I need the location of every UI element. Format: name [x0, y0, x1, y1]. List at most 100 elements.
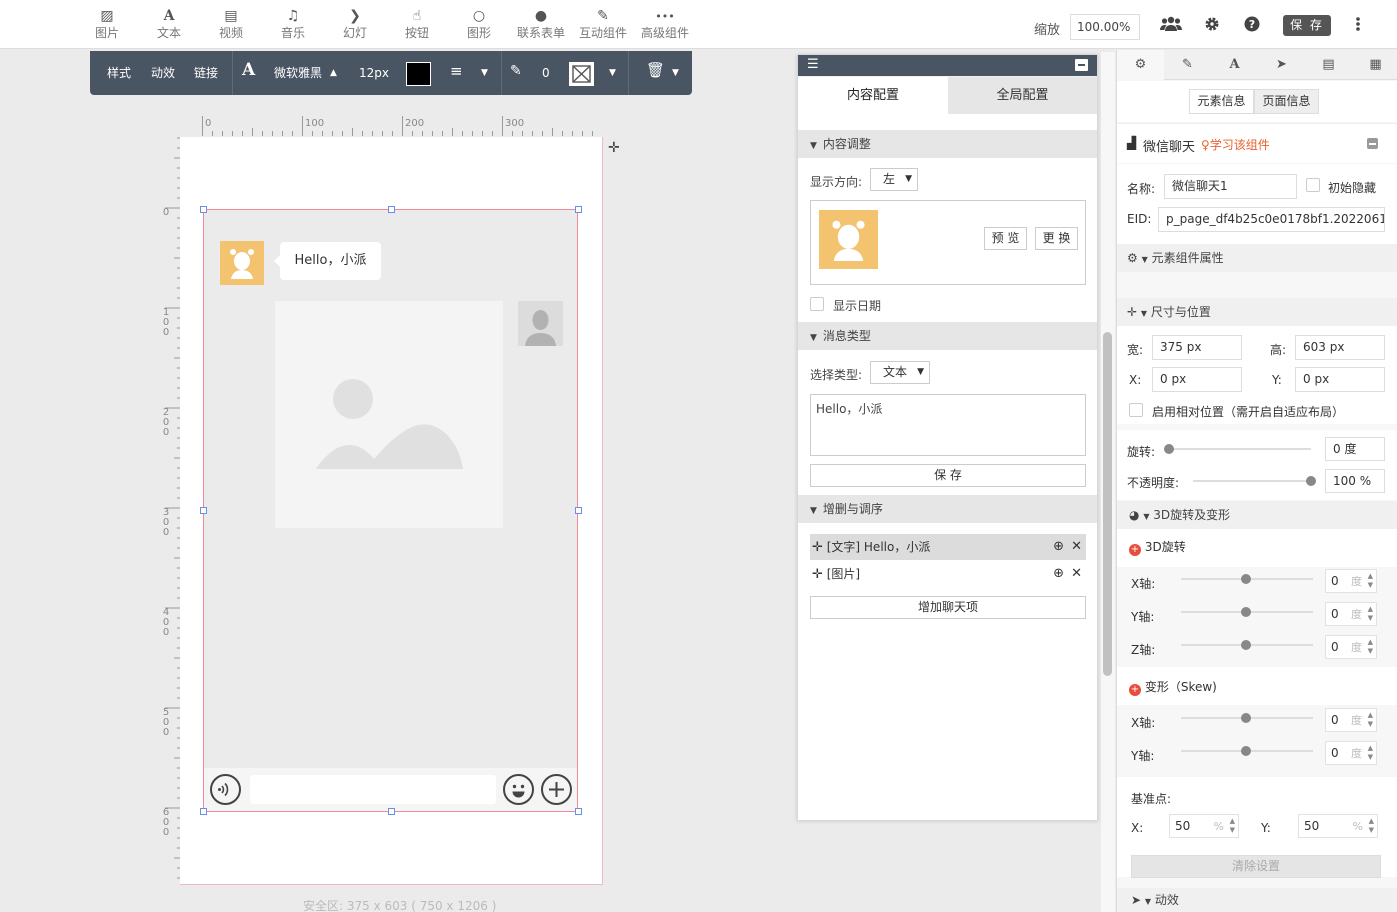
x-input[interactable]: 0 px — [1152, 367, 1242, 392]
resize-handle[interactable] — [575, 808, 582, 815]
rotate-z-knob[interactable] — [1241, 640, 1251, 650]
rotate-y-input[interactable]: 0 度 ▲ ▼ — [1325, 602, 1377, 626]
width-input[interactable]: 375 px — [1152, 335, 1242, 360]
help-icon[interactable]: ? — [1243, 16, 1261, 34]
message-textarea[interactable]: Hello，小派 — [810, 394, 1086, 456]
toolbar-text-button[interactable]: A 文本 — [138, 7, 200, 40]
chat-text-input[interactable] — [250, 775, 496, 804]
add-more-icon[interactable] — [541, 774, 572, 805]
style-menu[interactable]: 样式 — [107, 65, 131, 81]
border-dropdown-icon[interactable]: ▼ — [609, 65, 616, 81]
rotate-x-input[interactable]: 0 度 ▲ ▼ — [1325, 569, 1377, 593]
delete-x-icon[interactable]: ✕ — [1071, 534, 1082, 560]
toolbar-advanced-button[interactable]: ••• 高级组件 — [634, 7, 696, 40]
preview-button[interactable]: 预 览 — [984, 227, 1027, 250]
subtab-page-info[interactable]: 页面信息 — [1254, 89, 1319, 114]
chat-item-row[interactable]: ✛ [文字] Hello，小派 ⊕ ✕ — [810, 534, 1086, 560]
drag-handle-icon[interactable]: ✛ — [812, 567, 823, 582]
replace-button[interactable]: 更 换 — [1035, 227, 1078, 250]
resize-handle[interactable] — [200, 507, 207, 514]
rotate-input[interactable]: 0 度 — [1325, 437, 1385, 461]
resize-handle[interactable] — [388, 206, 395, 213]
settings-gear-icon[interactable] — [1203, 16, 1221, 34]
opacity-input[interactable]: 100 % — [1325, 469, 1385, 493]
animation-menu[interactable]: 动效 — [151, 65, 175, 81]
skew-y-input[interactable]: 0 度 ▲ ▼ — [1325, 741, 1377, 765]
subtab-element-info[interactable]: 元素信息 — [1189, 89, 1254, 114]
toolbar-interactive-button[interactable]: ✎ 互动组件 — [572, 7, 634, 40]
add-circle-icon[interactable]: ⊕ — [1053, 561, 1064, 587]
tab-grid[interactable]: ▦ — [1352, 50, 1397, 80]
font-family-select[interactable]: 微软雅黑 — [274, 65, 322, 81]
section-size-position[interactable]: ✛ ▼ 尺寸与位置 — [1117, 298, 1397, 326]
add-chat-item-button[interactable]: 增加聊天项 — [810, 596, 1086, 619]
resize-handle[interactable] — [575, 507, 582, 514]
learn-component-link[interactable]: ♀学习该组件 — [1201, 136, 1270, 153]
resize-handle[interactable] — [388, 808, 395, 815]
toolbar-form-button[interactable]: ● 联系表单 — [510, 7, 572, 40]
resize-handle[interactable] — [200, 808, 207, 815]
toolbar-video-button[interactable]: ▤ 视频 — [200, 7, 262, 40]
panel-menu-icon[interactable]: ☰ — [807, 57, 819, 72]
tab-style[interactable]: ✎ — [1164, 50, 1211, 80]
toolbar-music-button[interactable]: ♫ 音乐 — [262, 7, 324, 40]
font-style-icon[interactable]: A — [242, 62, 255, 79]
pencil-icon[interactable]: ✎ — [510, 63, 522, 79]
initial-hide-checkbox[interactable] — [1306, 178, 1320, 192]
tab-animation[interactable]: ➤ — [1258, 50, 1305, 80]
type-select[interactable]: 文本 ▼ — [870, 361, 930, 384]
image-message[interactable] — [275, 301, 503, 528]
origin-x-input[interactable]: 50% ▲ ▼ — [1169, 814, 1239, 838]
rotate-slider-knob[interactable] — [1164, 444, 1174, 454]
save-message-button[interactable]: 保 存 — [810, 464, 1086, 487]
minimize-icon[interactable] — [1075, 59, 1088, 71]
height-input[interactable]: 603 px — [1295, 335, 1385, 360]
more-menu-icon[interactable] — [1349, 16, 1367, 34]
border-color-swatch[interactable] — [569, 62, 594, 86]
toolbar-button-button[interactable]: ☝ 按钮 — [386, 7, 448, 40]
font-size-select[interactable]: 12px — [359, 65, 389, 81]
trash-icon[interactable]: 🗑 — [646, 62, 665, 78]
chat-item-row[interactable]: ✛ [图片] ⊕ ✕ — [810, 561, 1086, 587]
rotate-y-knob[interactable] — [1241, 607, 1251, 617]
delete-dropdown-icon[interactable]: ▼ — [672, 65, 679, 81]
users-icon[interactable] — [1160, 16, 1182, 34]
clear-settings-button[interactable]: 清除设置 — [1131, 855, 1381, 878]
link-menu[interactable]: 链接 — [194, 65, 218, 81]
font-color-swatch[interactable] — [406, 62, 431, 86]
section-animation[interactable]: ➤ ▼ 动效 — [1117, 888, 1397, 912]
eid-input[interactable]: p_page_df4b25c0e0178bf1.2022061712 — [1158, 207, 1385, 232]
emoji-icon[interactable] — [503, 774, 534, 805]
align-icon[interactable]: ≡ — [450, 63, 463, 79]
wechat-chat-component[interactable]: Hello，小派 — [203, 209, 578, 812]
toolbar-shape-button[interactable]: ○ 图形 — [448, 7, 510, 40]
opacity-slider[interactable] — [1193, 480, 1311, 482]
skew-x-knob[interactable] — [1241, 713, 1251, 723]
zoom-input[interactable]: 100.00% — [1070, 14, 1140, 40]
y-input[interactable]: 0 px — [1295, 367, 1385, 392]
skew-y-knob[interactable] — [1241, 746, 1251, 756]
rotate-slider[interactable] — [1169, 448, 1311, 450]
tab-settings[interactable]: ⚙ — [1117, 50, 1164, 80]
name-input[interactable]: 微信聊天1 — [1164, 174, 1297, 199]
align-dropdown-icon[interactable]: ▼ — [481, 65, 488, 81]
section-component-props[interactable]: ⚙ ▼ 元素组件属性 — [1117, 244, 1397, 272]
toolbar-image-button[interactable]: ▨ 图片 — [76, 7, 138, 40]
show-date-checkbox[interactable] — [810, 297, 824, 311]
skew-x-input[interactable]: 0 度 ▲ ▼ — [1325, 708, 1377, 732]
section-3d-transform[interactable]: ◕ ▼ 3D旋转及变形 — [1117, 501, 1397, 529]
section-message-type[interactable]: ▼ 消息类型 — [798, 322, 1097, 350]
origin-y-input[interactable]: 50% ▲ ▼ — [1298, 814, 1378, 838]
border-width-value[interactable]: 0 — [542, 65, 550, 81]
tab-page[interactable]: ▤ — [1305, 50, 1352, 80]
drag-handle-icon[interactable]: ✛ — [812, 540, 823, 555]
collapse-panel-icon[interactable] — [1367, 138, 1378, 149]
section-content-adjust[interactable]: ▼ 内容调整 — [798, 130, 1097, 158]
opacity-slider-knob[interactable] — [1306, 476, 1316, 486]
tab-global-config[interactable]: 全局配置 — [948, 77, 1097, 114]
section-order[interactable]: ▼ 增删与调序 — [798, 495, 1097, 523]
delete-x-icon[interactable]: ✕ — [1071, 561, 1082, 587]
add-circle-icon[interactable]: ⊕ — [1053, 534, 1064, 560]
tab-text[interactable]: A — [1211, 50, 1258, 80]
resize-handle[interactable] — [575, 206, 582, 213]
